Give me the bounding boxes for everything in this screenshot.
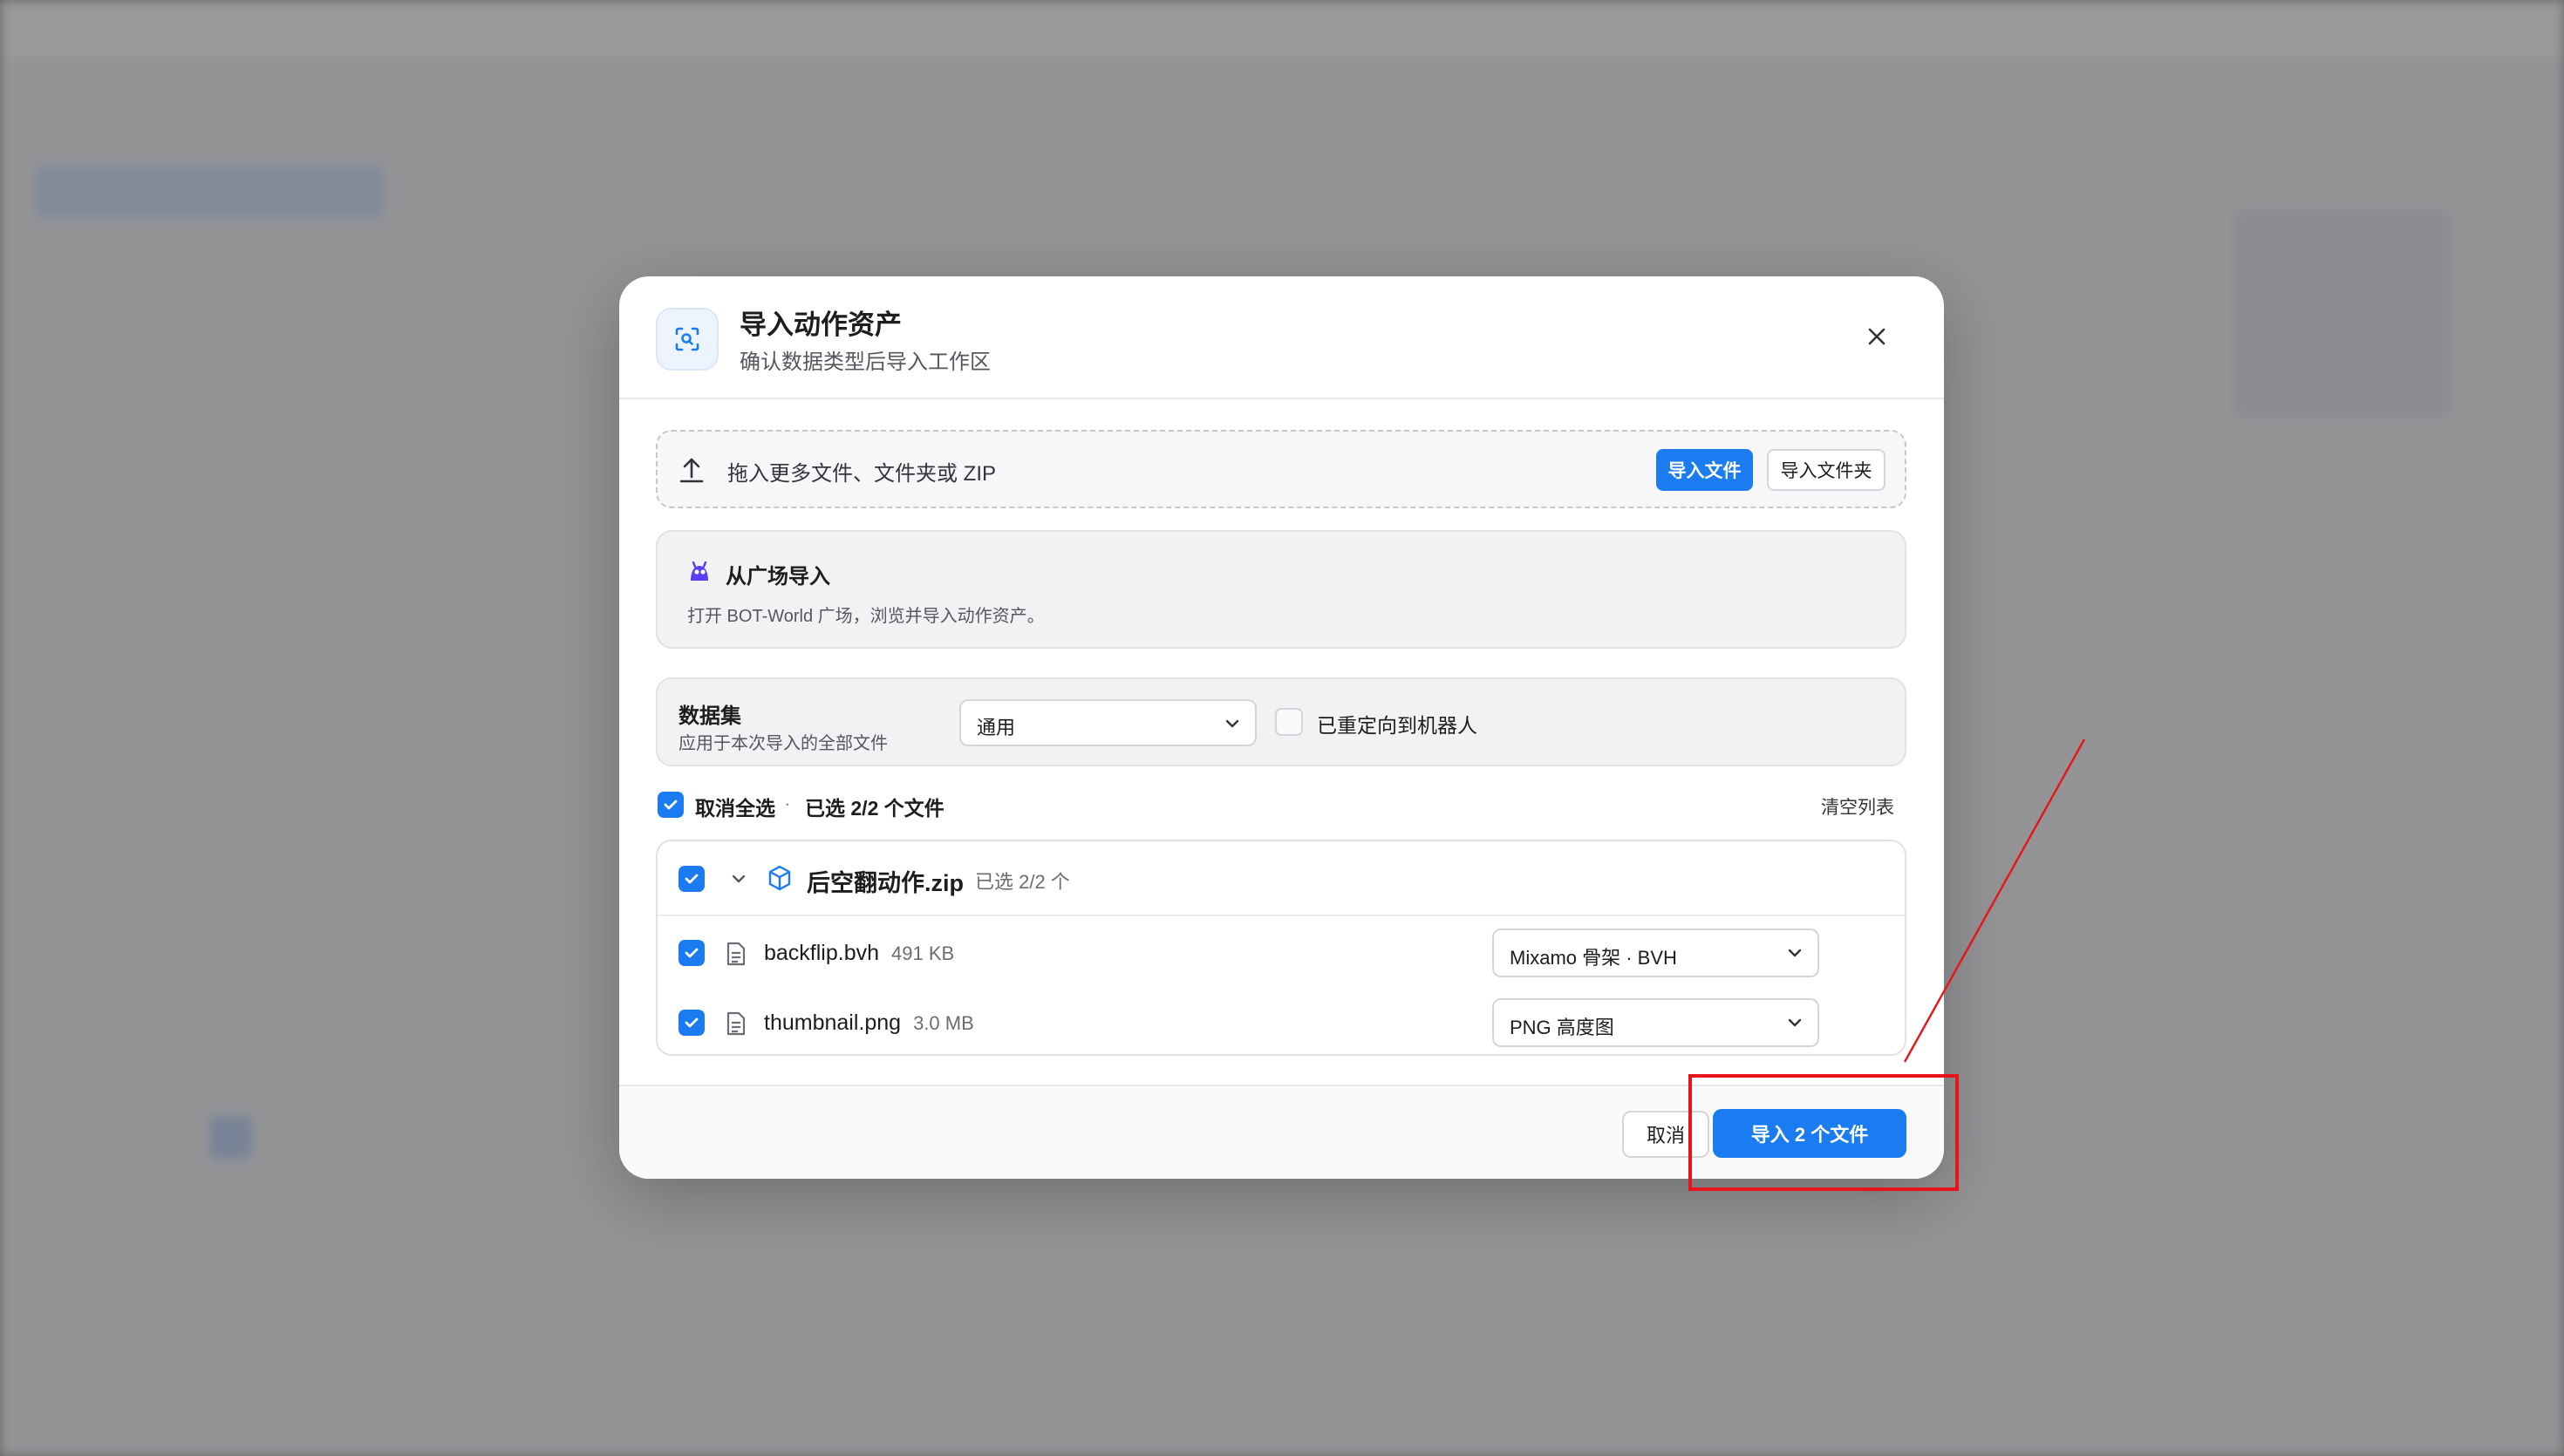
annotation-line [1903, 738, 2086, 1063]
annotation-highlight-box [1688, 1074, 1959, 1191]
